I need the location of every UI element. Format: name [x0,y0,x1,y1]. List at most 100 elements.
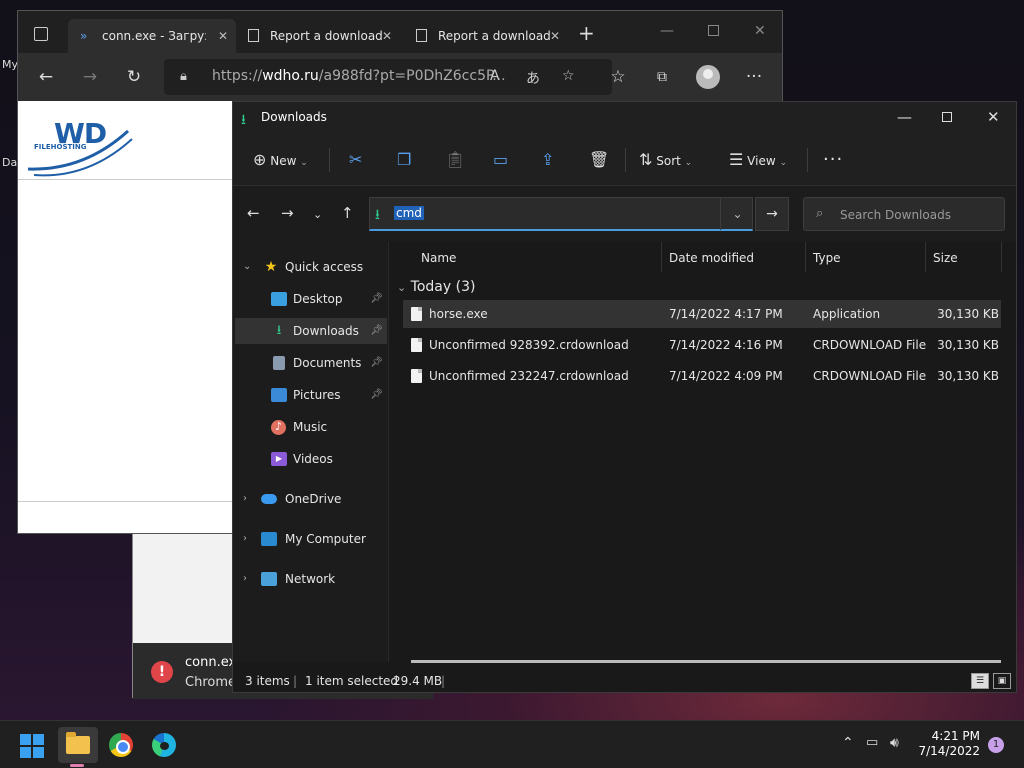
details-view-icon[interactable]: ☰ [971,673,989,689]
new-tab-icon[interactable]: + [578,21,595,45]
search-input[interactable] [840,206,1000,224]
maximize-icon[interactable] [942,112,952,122]
tab-label: Report a download [270,29,383,43]
tab-actions-icon[interactable] [34,27,48,41]
edge-icon[interactable] [152,733,176,757]
start-icon[interactable] [20,734,44,758]
pin-icon[interactable]: 📌︎ [370,382,383,408]
chevron-right-icon[interactable]: › [243,526,247,552]
close-icon[interactable]: ✕ [754,23,766,39]
download-icon: ⭳ [375,207,380,223]
file-explorer-icon[interactable] [66,732,90,754]
chevron-right-icon[interactable]: › [243,566,247,592]
volume-icon[interactable]: 🔊︎ [890,735,899,751]
sidebar-item-documents[interactable]: Documents 📌︎ [235,350,387,376]
view-button[interactable]: ☰ View ⌄ [729,148,787,172]
url-text[interactable]: https://wdho.ru/a988fd?pt=P0DhZ6cc5P... [212,68,506,84]
minimize-icon[interactable]: — [897,108,912,126]
download-icon: ⭳ [276,323,282,338]
table-row[interactable]: Unconfirmed 232247.crdownload 7/14/2022 … [403,362,1001,390]
sidebar-item-quick-access[interactable]: ⌄ ★ Quick access [235,254,387,280]
pin-icon[interactable]: 📌︎ [370,350,383,376]
paste-button[interactable]: 📋︎ [445,148,465,172]
recent-locations-icon[interactable]: ⌄ [313,208,322,221]
forward-icon[interactable]: → [281,204,294,222]
column-header-date[interactable]: Date modified [669,242,754,274]
translate-icon[interactable]: あ [526,68,540,88]
sidebar-item-music[interactable]: ♪ Music [235,414,387,440]
address-input[interactable]: ⭳ cmd ⌄ [369,197,753,231]
close-tab-icon[interactable]: ✕ [382,19,392,53]
documents-icon [273,356,285,370]
clipboard-icon: 📋︎ [445,150,466,169]
copy-button[interactable]: ❐ [397,148,411,172]
horizontal-scrollbar[interactable] [411,660,1001,663]
favorites-icon[interactable]: ☆ [606,65,630,89]
sidebar-item-videos[interactable]: ▶ Videos [235,446,387,472]
tab-conn[interactable]: » conn.exe - Загрузи ✕ [68,19,236,53]
status-bar: 3 items | 1 item selected 29.4 MB | ☰ ▣ [233,670,1016,692]
close-tab-icon[interactable]: ✕ [550,19,560,53]
add-favorite-icon[interactable]: ☆ [562,68,575,84]
profile-avatar[interactable] [696,65,720,89]
address-dropdown-icon[interactable]: ⌄ [720,198,754,230]
chevron-up-icon[interactable]: ⌃ [842,735,854,751]
rename-button[interactable]: ▭ [493,148,508,172]
column-header-size[interactable]: Size [933,242,958,274]
delete-button[interactable]: 🗑︎ [589,148,609,172]
trash-icon: 🗑︎ [589,150,610,169]
new-button[interactable]: ⊕ New ⌄ [253,148,308,172]
tab-report-2[interactable]: Report a download ✕ [408,19,568,53]
forward-icon[interactable]: → [78,65,102,89]
sort-icon: ⇅ [639,150,653,169]
desktop-icon-label[interactable]: My [2,58,18,71]
desktop-icon-label[interactable]: Da [2,156,17,169]
column-header-type[interactable]: Type [813,242,841,274]
go-button[interactable]: → [755,197,789,231]
search-box[interactable]: ⌕ [803,197,1005,231]
sidebar-item-pictures[interactable]: Pictures 📌︎ [235,382,387,408]
url-bar[interactable]: 🔒︎ https://wdho.ru/a988fd?pt=P0DhZ6cc5P.… [164,59,612,95]
chevron-down-icon[interactable]: ⌄ [243,254,251,280]
tab-label: conn.exe - Загрузи [102,29,206,43]
back-icon[interactable]: ← [247,204,260,222]
table-row[interactable]: Unconfirmed 928392.crdownload 7/14/2022 … [403,331,1001,359]
chrome-icon[interactable] [109,733,133,757]
more-options-icon[interactable]: ··· [823,148,843,172]
sidebar-item-my-computer[interactable]: › My Computer [235,526,387,552]
logo-filehosting-text: FILEHOSTING [34,143,87,151]
read-aloud-icon[interactable]: A [490,68,500,84]
chevron-right-icon[interactable]: › [243,486,247,512]
maximize-icon[interactable] [708,25,719,36]
wd-logo[interactable]: WD FILEHOSTING [24,109,134,179]
clock[interactable]: 4:21 PM 7/14/2022 [910,729,980,759]
lock-icon[interactable]: 🔒︎ [180,69,187,84]
sidebar-item-downloads[interactable]: ⭳ Downloads 📌︎ [235,318,387,344]
refresh-icon[interactable]: ↻ [122,65,146,89]
table-row[interactable]: horse.exe 7/14/2022 4:17 PM Application … [403,300,1001,328]
address-text[interactable]: cmd [394,206,424,220]
pin-icon[interactable]: 📌︎ [370,318,383,344]
notification-badge[interactable]: 1 [988,737,1004,753]
sidebar-item-network[interactable]: › Network [235,566,387,592]
network-status-icon[interactable]: ▭ [866,735,878,750]
sidebar-item-desktop[interactable]: Desktop 📌︎ [235,286,387,312]
minimize-icon[interactable]: — [660,23,674,39]
sidebar-item-onedrive[interactable]: › OneDrive [235,486,387,512]
sort-button[interactable]: ⇅ Sort ⌄ [639,148,692,172]
up-icon[interactable]: ↑ [341,204,354,222]
back-icon[interactable]: ← [34,65,58,89]
chevron-down-icon: ⌄ [397,281,407,294]
close-icon[interactable]: ✕ [987,108,1000,126]
pin-icon[interactable]: 📌︎ [370,286,383,312]
tab-report-1[interactable]: Report a download ✕ [240,19,400,53]
selection-count: 1 item selected [305,674,399,688]
column-header-name[interactable]: Name [421,242,456,274]
tiles-view-icon[interactable]: ▣ [993,673,1011,689]
more-icon[interactable]: ··· [742,65,766,89]
collections-icon[interactable]: ⧉ [650,65,674,89]
group-header-today[interactable]: ⌄ Today (3) [397,276,475,298]
cut-button[interactable]: ✂ [349,148,362,172]
share-button[interactable]: ⇪ [541,148,554,172]
close-tab-icon[interactable]: ✕ [218,19,228,53]
